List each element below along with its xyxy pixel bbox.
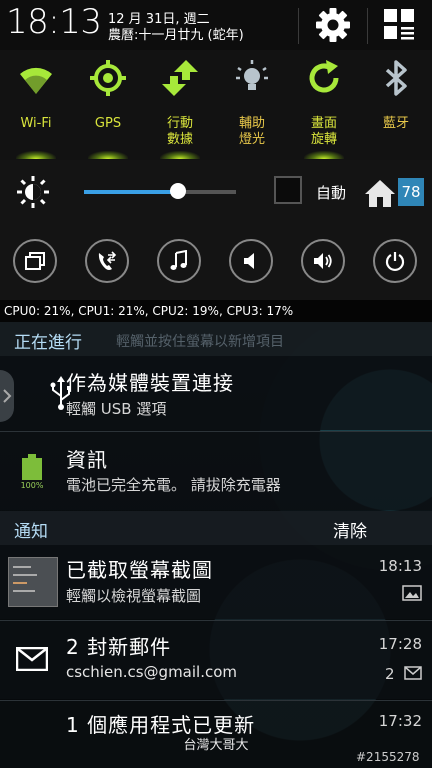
divider bbox=[298, 8, 299, 44]
ongoing-title: 正在進行 bbox=[14, 333, 82, 353]
notification-time: 17:28 bbox=[378, 635, 422, 653]
side-panel-handle[interactable] bbox=[0, 370, 14, 422]
auto-brightness-label: 自動 bbox=[316, 184, 347, 202]
notification-title: 資訊 bbox=[66, 448, 108, 472]
brightness-fill bbox=[84, 190, 179, 194]
wifi-icon bbox=[20, 67, 52, 94]
battery-full-icon: 100% bbox=[21, 454, 44, 490]
toggle-label: 行動 數據 bbox=[166, 116, 193, 147]
notification-subtitle: cschien.cs@gmail.com bbox=[66, 663, 238, 681]
chevron-right-icon bbox=[3, 389, 12, 403]
toggle-wifi[interactable]: Wi-Fi bbox=[0, 50, 72, 160]
notification-title: 作為媒體裝置連接 bbox=[66, 371, 234, 395]
gear-icon bbox=[316, 8, 350, 42]
lunar-date-line: 農曆:十一月廿九 (蛇年) bbox=[108, 28, 244, 43]
multi-window-icon bbox=[25, 252, 45, 270]
notification-time: 17:32 bbox=[378, 712, 422, 730]
toggle-bluetooth[interactable]: 藍牙 bbox=[360, 50, 432, 160]
notification-subtitle: 電池已完全充電。 請拔除充電器 bbox=[66, 476, 281, 494]
notifications-title: 通知 bbox=[14, 522, 48, 542]
notification-title: 已截取螢幕截圖 bbox=[66, 558, 213, 582]
settings-button[interactable] bbox=[313, 5, 353, 45]
grid-icon bbox=[384, 9, 414, 40]
music-note-icon bbox=[170, 250, 187, 270]
temperature-badge: 78 bbox=[398, 178, 424, 206]
volume-button[interactable] bbox=[301, 239, 345, 283]
notification-subtitle: 輕觸以檢視螢幕截圖 bbox=[66, 587, 202, 605]
watermark: #2155278 bbox=[356, 750, 420, 764]
toggle-label: GPS bbox=[94, 116, 122, 131]
music-button[interactable] bbox=[157, 239, 201, 283]
divider bbox=[367, 8, 368, 44]
mail-icon bbox=[404, 666, 422, 680]
notification-usb[interactable]: 作為媒體裝置連接 輕觸 USB 選項 bbox=[0, 356, 432, 430]
clear-button[interactable]: 清除 bbox=[333, 517, 367, 542]
mail-count: 2 bbox=[385, 665, 395, 683]
cpu-usage-text: CPU0: 21%, CPU1: 21%, CPU2: 19%, CPU3: 1… bbox=[0, 300, 432, 322]
notification-title: 2 封新郵件 bbox=[66, 635, 172, 659]
gmail-icon bbox=[16, 647, 48, 671]
power-icon bbox=[385, 252, 405, 272]
clock: 18:13 bbox=[6, 2, 102, 42]
rotate-icon bbox=[309, 60, 339, 93]
notifications-section-header bbox=[0, 511, 432, 545]
call-forward-button[interactable] bbox=[85, 239, 129, 283]
brightness-icon bbox=[17, 176, 49, 208]
flashlight-icon bbox=[236, 60, 268, 90]
notification-gmail[interactable]: 2 封新郵件 cschien.cs@gmail.com 17:28 2 bbox=[0, 621, 432, 699]
edit-toggles-button[interactable] bbox=[383, 8, 415, 40]
ongoing-hint: 輕觸並按住螢幕以新增項目 bbox=[116, 334, 284, 350]
notification-screenshot[interactable]: 已截取螢幕截圖 輕觸以檢視螢幕截圖 18:13 bbox=[0, 545, 432, 619]
multi-window-button[interactable] bbox=[13, 239, 57, 283]
quick-toggles: Wi-Fi GPS 行動 數據 輔助 燈光 畫面 旋轉 藍牙 bbox=[0, 50, 432, 160]
gps-icon bbox=[90, 60, 126, 96]
mobile-data-icon bbox=[162, 60, 198, 96]
battery-percent: 100% bbox=[21, 481, 44, 490]
power-button[interactable] bbox=[373, 239, 417, 283]
toggle-flashlight[interactable]: 輔助 燈光 bbox=[216, 50, 288, 160]
phone-transfer-icon bbox=[98, 251, 117, 270]
screenshot-thumbnail bbox=[8, 557, 58, 607]
home-icon bbox=[365, 180, 395, 207]
auto-brightness-checkbox[interactable] bbox=[274, 176, 302, 204]
toggle-label: 輔助 燈光 bbox=[238, 116, 265, 147]
shortcut-row bbox=[0, 230, 432, 300]
speaker-icon bbox=[244, 253, 254, 269]
notification-subtitle: 輕觸 USB 選項 bbox=[66, 400, 167, 418]
toggle-label: 畫面 旋轉 bbox=[310, 116, 337, 147]
notification-time: 18:13 bbox=[378, 557, 422, 575]
notification-battery[interactable]: 100% 資訊 電池已完全充電。 請拔除充電器 bbox=[0, 432, 432, 510]
toggle-label: 藍牙 bbox=[382, 116, 409, 131]
toggle-rotation[interactable]: 畫面 旋轉 bbox=[288, 50, 360, 160]
mute-button[interactable] bbox=[229, 239, 273, 283]
volume-icon bbox=[314, 253, 332, 269]
bluetooth-icon bbox=[385, 60, 407, 96]
toggle-mobile-data[interactable]: 行動 數據 bbox=[144, 50, 216, 160]
toggle-gps[interactable]: GPS bbox=[72, 50, 144, 160]
toggle-label: Wi-Fi bbox=[20, 116, 52, 131]
image-icon bbox=[402, 585, 422, 601]
